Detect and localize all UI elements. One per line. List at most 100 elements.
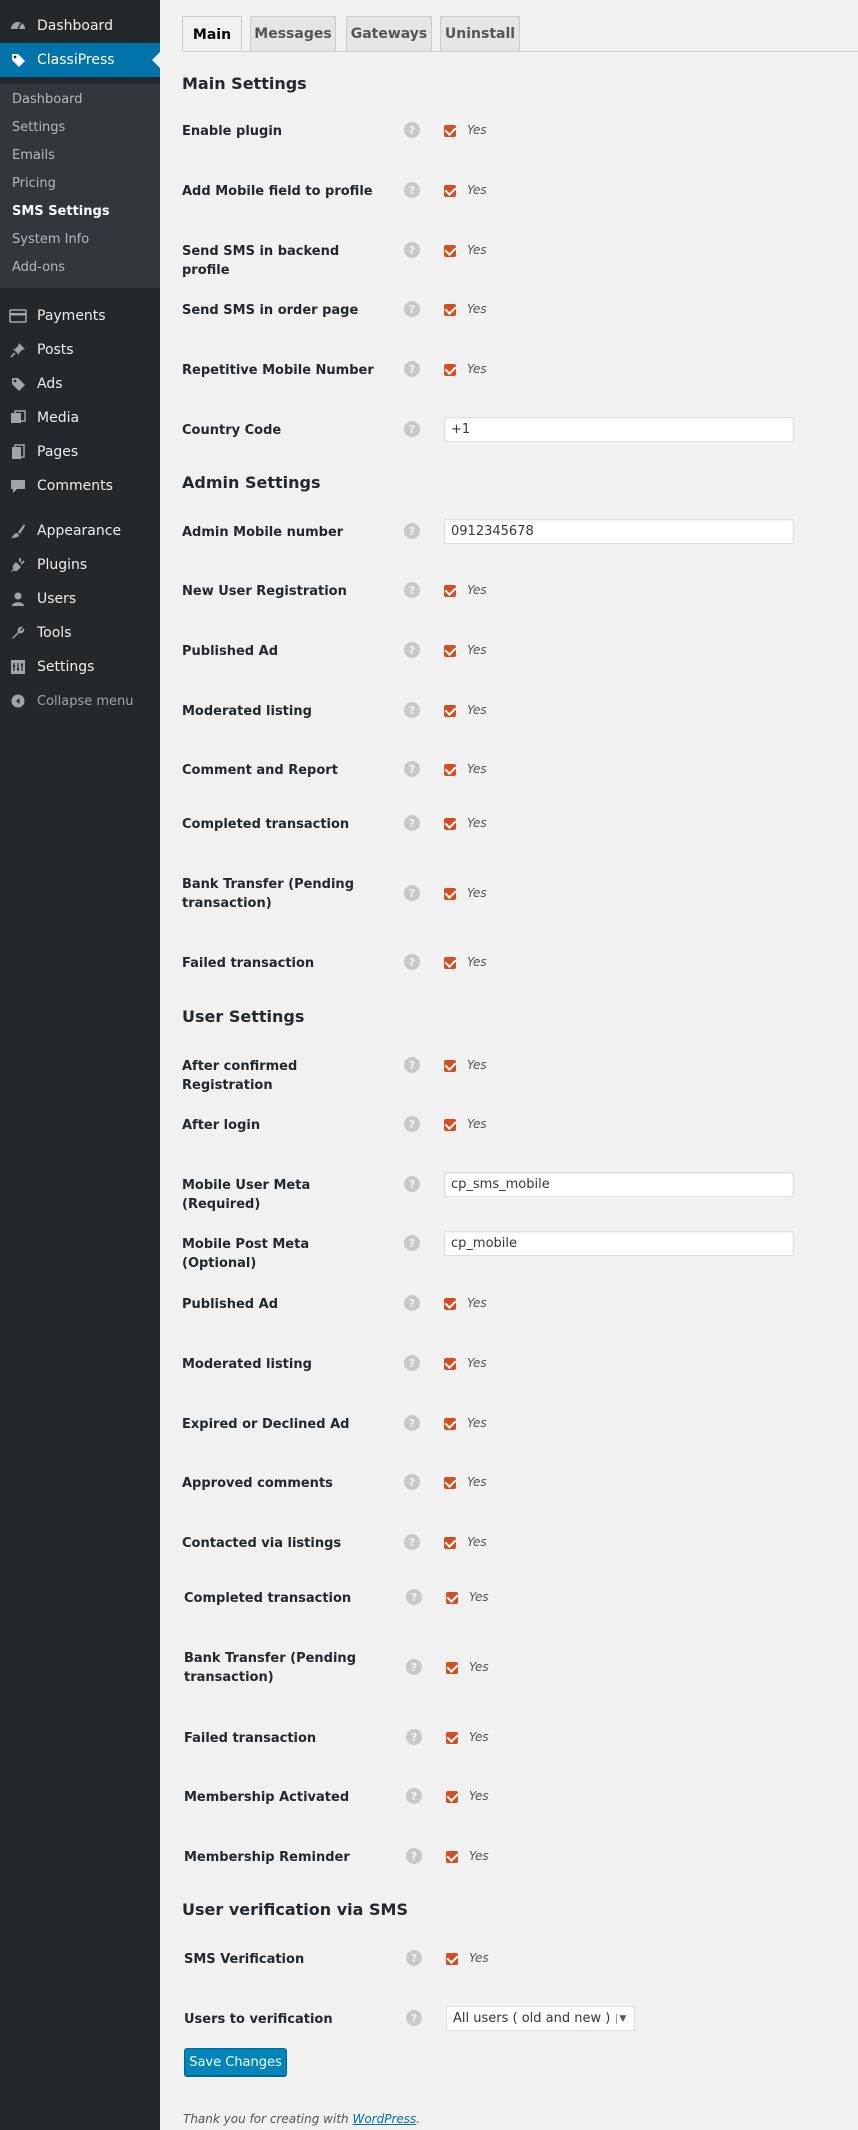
help-icon[interactable]: ?	[404, 1474, 420, 1490]
help-icon[interactable]: ?	[404, 1057, 420, 1073]
help-icon[interactable]: ?	[404, 361, 420, 377]
help-icon[interactable]: ?	[404, 1355, 420, 1371]
label-user-mobile-user-meta-required: Mobile User Meta (Required)	[182, 1178, 311, 1212]
sidebar-item-appearance[interactable]: Appearance	[0, 514, 160, 548]
sidebar-item-users[interactable]: Users	[0, 582, 160, 616]
checkbox-user-published-ad[interactable]	[444, 1298, 456, 1310]
help-icon[interactable]: ?	[404, 421, 420, 437]
checkbox-admin-new-user-registration[interactable]	[444, 585, 456, 597]
sidebar-item-ads[interactable]: Ads	[0, 367, 160, 401]
input-user-mobile-post-meta-optional[interactable]	[444, 1231, 794, 1256]
help-icon[interactable]: ?	[404, 242, 420, 258]
yes-label: Yes	[469, 1951, 489, 1965]
help-icon[interactable]: ?	[404, 523, 420, 539]
tab-uninstall[interactable]: Uninstall	[440, 16, 520, 51]
input-user-mobile-user-meta-required[interactable]	[444, 1172, 794, 1197]
help-icon[interactable]: ?	[404, 885, 420, 901]
help-icon[interactable]: ?	[404, 1295, 420, 1311]
checkbox-user-bank-transfer-pending-transaction[interactable]	[446, 1662, 458, 1674]
save-changes-button[interactable]: Save Changes	[184, 2048, 287, 2076]
help-icon[interactable]: ?	[406, 1589, 422, 1605]
tab-main[interactable]: Main	[182, 16, 242, 52]
sidebar-item-payments[interactable]: Payments	[0, 299, 160, 333]
help-icon[interactable]: ?	[404, 1116, 420, 1132]
help-icon[interactable]: ?	[406, 1950, 422, 1966]
checkbox-admin-failed-transaction[interactable]	[444, 957, 456, 969]
help-icon[interactable]: ?	[404, 702, 420, 718]
checkbox-user-approved-comments[interactable]	[444, 1477, 456, 1489]
help-icon[interactable]: ?	[404, 1235, 420, 1251]
sidebar-item-tools[interactable]: Tools	[0, 616, 160, 650]
wordpress-link[interactable]: WordPress	[352, 2112, 416, 2126]
help-icon[interactable]: ?	[404, 582, 420, 598]
checkbox-main-add-mobile-field-to-profile[interactable]	[444, 185, 456, 197]
help-icon[interactable]: ?	[404, 761, 420, 777]
checkbox-verify-sms-verification[interactable]	[446, 1953, 458, 1965]
help-icon[interactable]: ?	[406, 1788, 422, 1804]
help-icon[interactable]: ?	[406, 1848, 422, 1864]
checkbox-admin-completed-transaction[interactable]	[444, 818, 456, 830]
checkbox-user-contacted-via-listings[interactable]	[444, 1537, 456, 1549]
sidebar-item-label: ClassiPress	[37, 52, 115, 68]
yes-label: Yes	[467, 1117, 487, 1131]
tab-messages[interactable]: Messages	[250, 16, 336, 51]
help-icon[interactable]: ?	[404, 182, 420, 198]
submenu-item-settings[interactable]: Settings	[12, 117, 65, 139]
help-icon[interactable]: ?	[404, 122, 420, 138]
sidebar-item-media[interactable]: Media	[0, 401, 160, 435]
sidebar-item-label: Plugins	[37, 557, 88, 573]
plugin-icon	[9, 556, 27, 574]
checkbox-user-after-confirmed-registration[interactable]	[444, 1060, 456, 1072]
help-icon[interactable]: ?	[404, 642, 420, 658]
checkbox-main-repetitive-mobile-number[interactable]	[444, 364, 456, 376]
submenu-item-dashboard[interactable]: Dashboard	[12, 89, 83, 111]
sidebar-item-pages[interactable]: Pages	[0, 435, 160, 469]
checkbox-main-enable-plugin[interactable]	[444, 125, 456, 137]
submenu-item-emails[interactable]: Emails	[12, 145, 55, 167]
checkbox-user-after-login[interactable]	[444, 1119, 456, 1131]
checkbox-user-completed-transaction[interactable]	[446, 1592, 458, 1604]
card-icon	[9, 307, 27, 325]
submenu-item-sms-settings[interactable]: SMS Settings	[12, 201, 110, 223]
sidebar-item-posts[interactable]: Posts	[0, 333, 160, 367]
checkbox-user-expired-or-declined-ad[interactable]	[444, 1418, 456, 1430]
help-icon[interactable]: ?	[404, 1534, 420, 1550]
help-icon[interactable]: ?	[406, 1729, 422, 1745]
chevron-down-icon: ▼	[616, 2013, 626, 2024]
yes-label: Yes	[467, 1356, 487, 1370]
checkbox-admin-moderated-listing[interactable]	[444, 705, 456, 717]
sidebar-item-classipress[interactable]: ClassiPress	[0, 43, 160, 77]
submenu-item-system-info[interactable]: System Info	[12, 229, 89, 251]
help-icon[interactable]: ?	[404, 1176, 420, 1192]
select-verify-users-to-verification[interactable]: All users ( old and new ) ▼	[446, 2006, 636, 2031]
help-icon[interactable]: ?	[404, 1415, 420, 1431]
media-icon	[9, 409, 27, 427]
help-icon[interactable]: ?	[406, 2010, 422, 2026]
label-main-send-sms-in-backend-profile: Send SMS in backend profile	[182, 244, 340, 278]
sidebar-item-plugins[interactable]: Plugins	[0, 548, 160, 582]
checkbox-user-moderated-listing[interactable]	[444, 1358, 456, 1370]
checkbox-main-send-sms-in-backend-profile[interactable]	[444, 245, 456, 257]
help-icon[interactable]: ?	[406, 1659, 422, 1675]
input-main-country-code[interactable]	[444, 417, 794, 442]
help-icon[interactable]: ?	[404, 815, 420, 831]
label-admin-new-user-registration: New User Registration	[182, 584, 347, 599]
checkbox-user-membership-activated[interactable]	[446, 1791, 458, 1803]
help-icon[interactable]: ?	[404, 954, 420, 970]
checkbox-user-membership-reminder[interactable]	[446, 1851, 458, 1863]
submenu-item-pricing[interactable]: Pricing	[12, 173, 56, 195]
checkbox-main-send-sms-in-order-page[interactable]	[444, 304, 456, 316]
submenu-item-add-ons[interactable]: Add-ons	[12, 257, 65, 279]
tab-gateways[interactable]: Gateways	[346, 16, 432, 51]
checkbox-user-failed-transaction[interactable]	[446, 1732, 458, 1744]
collapse-menu-button[interactable]: Collapse menu	[0, 684, 160, 718]
sidebar-item-dashboard[interactable]: Dashboard	[0, 9, 160, 43]
yes-label: Yes	[467, 886, 487, 900]
sidebar-item-settings[interactable]: Settings	[0, 650, 160, 684]
help-icon[interactable]: ?	[404, 301, 420, 317]
checkbox-admin-comment-and-report[interactable]	[444, 764, 456, 776]
sidebar-item-comments[interactable]: Comments	[0, 469, 160, 503]
checkbox-admin-bank-transfer-pending-transaction[interactable]	[444, 888, 456, 900]
input-admin-admin-mobile-number[interactable]	[444, 519, 794, 544]
checkbox-admin-published-ad[interactable]	[444, 645, 456, 657]
